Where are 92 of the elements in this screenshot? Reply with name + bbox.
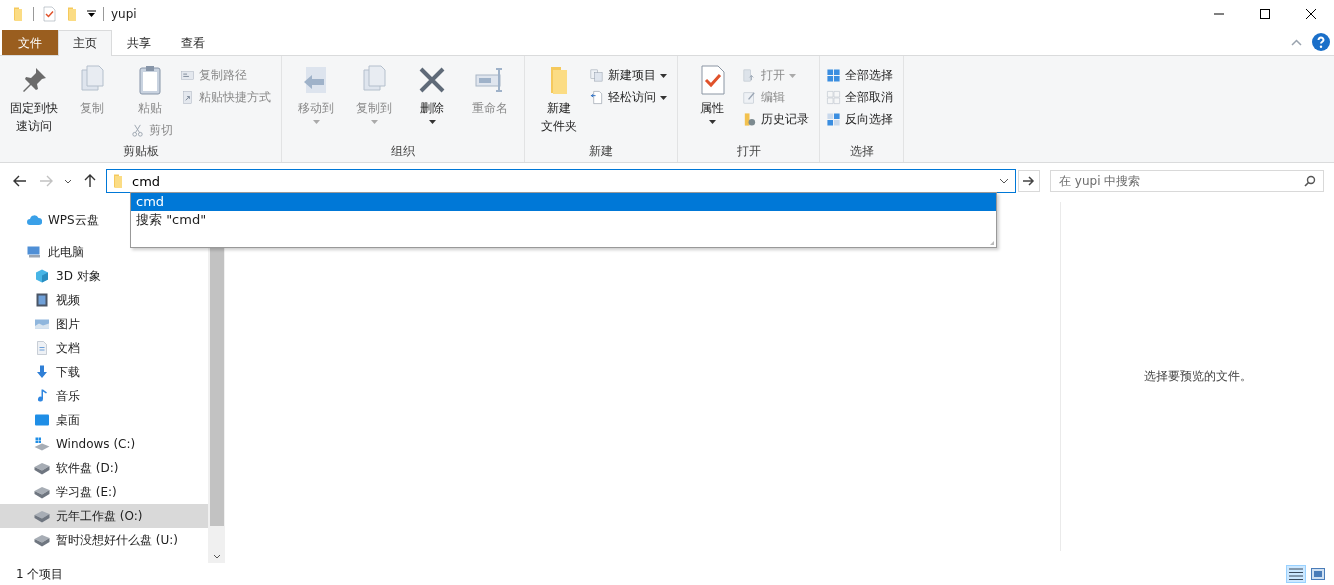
nav-item[interactable]: 图片 <box>0 312 84 336</box>
ribbon-button[interactable]: 新建项目 <box>589 66 671 85</box>
ribbon-button[interactable]: 全部取消 <box>826 88 897 107</box>
address-field[interactable]: cmd <box>106 169 1016 193</box>
ribbon-button[interactable]: 轻松访问 <box>589 88 671 107</box>
properties-icon <box>41 6 57 22</box>
scroll-down-icon[interactable] <box>212 554 221 559</box>
ribbon-button[interactable]: 反向选择 <box>826 110 897 129</box>
caret-icon <box>660 73 667 78</box>
drive-icon <box>34 460 50 476</box>
ribbon-button[interactable]: 固定到快 速访问 <box>6 60 62 135</box>
ribbon-tab[interactable]: 共享 <box>112 30 166 55</box>
caret-icon <box>708 120 716 124</box>
resize-grip-icon[interactable] <box>990 241 994 245</box>
large-icons-view-button[interactable] <box>1308 565 1328 583</box>
group-label: 剪贴板 <box>121 143 160 160</box>
group-label: 新建 <box>588 143 614 160</box>
forward-arrow-icon <box>39 175 53 187</box>
caret-icon <box>789 73 796 78</box>
window-title: yupi <box>111 7 137 21</box>
ribbon-button[interactable]: 属性 <box>684 60 740 124</box>
ribbon-button[interactable]: 删除 <box>404 60 460 124</box>
suggestion-item[interactable]: 搜索 "cmd" <box>131 211 996 229</box>
group-label: 组织 <box>390 143 416 160</box>
caret-icon <box>428 120 436 124</box>
nav-item[interactable]: 此电脑 <box>0 240 88 264</box>
button-label: 新建 <box>547 100 571 117</box>
customize-caret-icon[interactable] <box>87 10 96 18</box>
select-none-icon <box>826 90 841 105</box>
cube-icon <box>34 268 50 284</box>
maximize-icon <box>1260 9 1270 19</box>
up-arrow-icon <box>84 174 96 188</box>
ribbon-tab[interactable]: 查看 <box>166 30 220 55</box>
group-label: 打开 <box>735 143 762 160</box>
preview-message: 选择要预览的文件。 <box>1143 368 1252 385</box>
shortcut-icon <box>180 90 195 105</box>
ribbon-tab[interactable]: 主页 <box>58 30 112 56</box>
button-label: 速访问 <box>16 118 52 135</box>
desktop-icon <box>34 412 50 428</box>
document-icon <box>34 340 50 356</box>
nav-item[interactable]: 暂时没想好什么盘 (U:) <box>0 528 182 552</box>
nav-item[interactable]: 3D 对象 <box>0 264 105 288</box>
invert-selection-icon <box>826 112 841 127</box>
easy-access-icon <box>589 90 604 105</box>
path-icon <box>180 68 195 83</box>
nav-item[interactable]: WPS云盘 <box>0 208 103 232</box>
search-icon <box>1304 175 1316 187</box>
ribbon-button[interactable]: 新建 文件夹 <box>531 60 587 135</box>
scissors-icon <box>130 123 145 138</box>
drive-icon <box>34 508 50 524</box>
item-count: 1 个项目 <box>16 565 64 583</box>
nav-item[interactable]: 元年工作盘 (O:) <box>0 504 208 528</box>
right-arrow-icon <box>1023 176 1035 186</box>
nav-item[interactable]: 学习盘 (E:) <box>0 480 121 504</box>
nav-item[interactable]: 视频 <box>0 288 84 312</box>
nav-item[interactable]: 文档 <box>0 336 84 360</box>
windows-drive-icon <box>34 436 50 452</box>
select-all-icon <box>826 68 841 83</box>
ribbon-button[interactable]: 历史记录 <box>742 110 813 129</box>
chevron-down-icon[interactable] <box>999 178 1009 184</box>
file-menu-tab[interactable]: 文件 <box>2 30 58 55</box>
cloud-icon <box>26 212 42 228</box>
minimize-icon <box>1214 13 1224 15</box>
collapse-ribbon-icon[interactable] <box>1291 38 1302 46</box>
ribbon-button[interactable]: 全部选择 <box>826 66 897 85</box>
nav-item[interactable]: 软件盘 (D:) <box>0 456 123 480</box>
group-label: 选择 <box>848 143 875 160</box>
suggestion-item[interactable]: cmd <box>131 193 996 211</box>
film-icon <box>34 292 50 308</box>
history-icon <box>742 112 757 127</box>
edit-icon <box>742 90 757 105</box>
nav-item[interactable]: 桌面 <box>0 408 84 432</box>
back-arrow-icon <box>13 175 27 187</box>
search-field[interactable]: 在 yupi 中搜索 <box>1050 170 1324 192</box>
caret-icon <box>370 120 378 124</box>
drive-icon <box>34 484 50 500</box>
button-label: 固定到快 <box>10 100 58 117</box>
download-arrow-icon <box>34 364 50 380</box>
nav-item[interactable]: 音乐 <box>0 384 84 408</box>
go-button[interactable] <box>1018 170 1040 192</box>
drive-icon <box>34 532 50 548</box>
caret-icon <box>312 120 320 124</box>
nav-item[interactable]: Windows (C:) <box>0 432 140 456</box>
button-label: 文件夹 <box>541 118 577 135</box>
computer-icon <box>26 244 42 260</box>
close-icon <box>1306 9 1316 19</box>
new-item-icon <box>589 68 604 83</box>
caret-icon <box>660 95 667 100</box>
nav-item[interactable]: 下载 <box>0 360 84 384</box>
help-icon[interactable] <box>1312 33 1330 51</box>
chevron-down-icon <box>64 178 72 184</box>
details-view-button[interactable] <box>1286 565 1306 583</box>
